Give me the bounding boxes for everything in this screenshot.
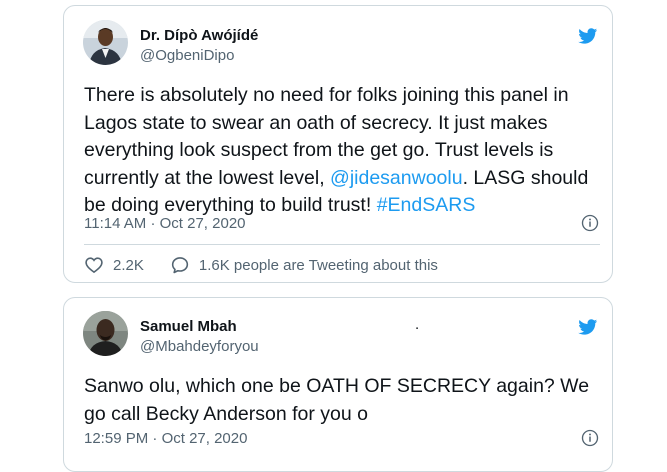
tweet-time[interactable]: 11:14 AM: [84, 215, 146, 232]
author-handle[interactable]: @OgbeniDipo: [140, 47, 234, 64]
tweet-text: Sanwo olu, which one be OATH OF SECRECY …: [84, 375, 590, 425]
info-icon[interactable]: [581, 214, 599, 232]
reply-text[interactable]: 1.6K people are Tweeting about this: [199, 257, 438, 274]
author-name[interactable]: Samuel Mbah: [140, 318, 237, 335]
mention-link[interactable]: @jidesanwoolu: [330, 167, 463, 189]
tweet-text: There is absolutely no need for folks jo…: [84, 82, 604, 220]
tweet-card-dipo: Dr. Dípò Awójídé @OgbeniDipo There is ab…: [63, 5, 613, 283]
tweet-date[interactable]: Oct 27, 2020: [160, 215, 246, 232]
meta-separator: ·: [150, 215, 156, 232]
like-button[interactable]: 2.2K: [84, 255, 144, 275]
heart-icon: [85, 257, 103, 274]
tweet-card-samuel: Samuel Mbah . @Mbahdeyforyou Sanwo olu, …: [63, 297, 613, 472]
timestamp[interactable]: 11:14 AM · Oct 27, 2020: [84, 215, 246, 232]
like-count[interactable]: 2.2K: [113, 257, 144, 274]
stray-mark: .: [415, 316, 420, 333]
divider: [84, 244, 600, 245]
avatar[interactable]: [83, 20, 128, 65]
author-handle[interactable]: @Mbahdeyforyou: [140, 338, 259, 355]
timestamp[interactable]: 12:59 PM · Oct 27, 2020: [84, 430, 247, 447]
meta-separator: ·: [152, 430, 158, 447]
hashtag-link[interactable]: #EndSARS: [377, 194, 476, 216]
action-bar: 2.2K 1.6K people are Tweeting about this: [84, 255, 438, 275]
tweet-time[interactable]: 12:59 PM: [84, 430, 148, 447]
reply-button[interactable]: 1.6K people are Tweeting about this: [170, 255, 438, 275]
avatar[interactable]: [83, 311, 128, 356]
speech-bubble-icon: [171, 257, 188, 274]
author-name[interactable]: Dr. Dípò Awójídé: [140, 27, 258, 44]
twitter-bird-icon[interactable]: [576, 317, 599, 337]
tweet-date[interactable]: Oct 27, 2020: [162, 430, 248, 447]
twitter-bird-icon[interactable]: [576, 26, 599, 46]
info-icon[interactable]: [581, 429, 599, 447]
